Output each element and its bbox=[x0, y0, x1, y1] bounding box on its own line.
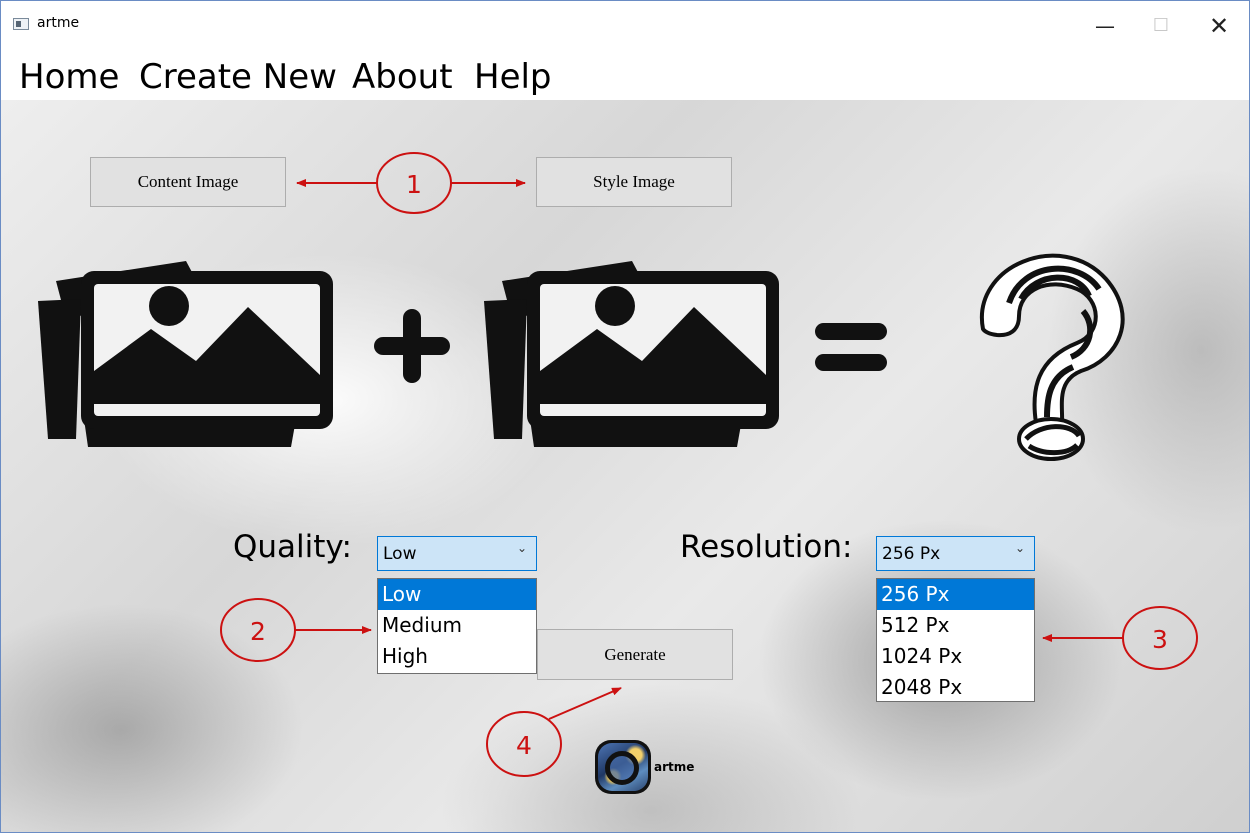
main-canvas bbox=[1, 100, 1249, 832]
plus-icon bbox=[374, 309, 450, 383]
generate-button[interactable]: Generate bbox=[537, 629, 733, 680]
content-image-button-label: Content Image bbox=[137, 172, 239, 191]
style-image-button-label: Style Image bbox=[593, 172, 675, 191]
app-window: artme — ☐ ✕ Home Create New About Help C… bbox=[0, 0, 1250, 833]
quality-select[interactable]: Low ⌄ bbox=[377, 536, 537, 571]
close-icon[interactable]: ✕ bbox=[1199, 11, 1239, 41]
menu-item-help[interactable]: Help bbox=[474, 57, 552, 97]
quality-option-high[interactable]: High bbox=[378, 641, 536, 672]
content-image-button[interactable]: Content Image bbox=[90, 157, 286, 207]
menu-item-about[interactable]: About bbox=[352, 57, 453, 97]
artme-logo bbox=[595, 740, 651, 794]
question-mark-icon bbox=[979, 253, 1125, 461]
quality-option-low[interactable]: Low bbox=[378, 579, 536, 610]
camera-lens-icon bbox=[605, 751, 639, 785]
logo-text: artme bbox=[654, 760, 695, 774]
quality-option-medium[interactable]: Medium bbox=[378, 610, 536, 641]
generate-button-label: Generate bbox=[604, 645, 666, 664]
resolution-select[interactable]: 256 Px ⌄ bbox=[876, 536, 1035, 571]
window-title: artme bbox=[37, 15, 80, 31]
equals-icon bbox=[815, 323, 887, 371]
title-bar: artme — ☐ ✕ bbox=[1, 1, 1249, 47]
menu-item-home[interactable]: Home bbox=[19, 57, 119, 97]
chevron-down-icon[interactable]: ⌄ bbox=[517, 541, 527, 555]
resolution-option-512[interactable]: 512 Px bbox=[877, 610, 1034, 641]
resolution-option-2048[interactable]: 2048 Px bbox=[877, 672, 1034, 703]
quality-label: Quality: bbox=[233, 529, 352, 565]
resolution-selected-value: 256 Px bbox=[882, 544, 941, 564]
resolution-option-1024[interactable]: 1024 Px bbox=[877, 641, 1034, 672]
style-image-icon bbox=[484, 261, 779, 447]
minimize-icon[interactable]: — bbox=[1085, 11, 1125, 41]
quality-dropdown: Low Medium High bbox=[377, 578, 537, 674]
quality-selected-value: Low bbox=[383, 544, 417, 564]
style-image-button[interactable]: Style Image bbox=[536, 157, 732, 207]
resolution-label: Resolution: bbox=[680, 529, 853, 565]
maximize-icon[interactable]: ☐ bbox=[1141, 11, 1181, 41]
menu-item-create-new[interactable]: Create New bbox=[139, 57, 337, 97]
menu-bar: Home Create New About Help bbox=[1, 49, 1249, 99]
chevron-down-icon[interactable]: ⌄ bbox=[1015, 541, 1025, 555]
resolution-option-256[interactable]: 256 Px bbox=[877, 579, 1034, 610]
app-window-icon bbox=[13, 18, 29, 30]
resolution-dropdown: 256 Px 512 Px 1024 Px 2048 Px bbox=[876, 578, 1035, 702]
content-image-icon bbox=[38, 261, 333, 447]
